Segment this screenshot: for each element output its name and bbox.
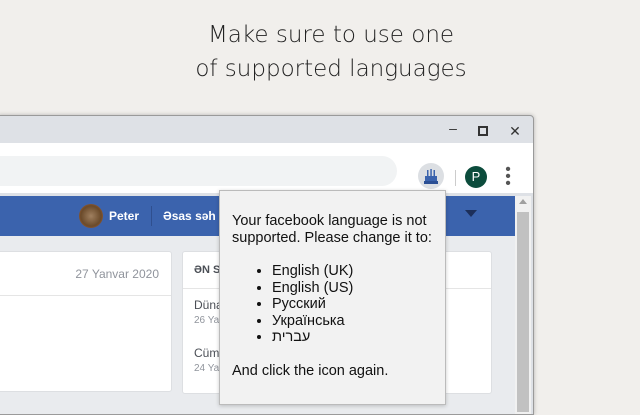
close-button[interactable]: ✕ <box>505 123 525 140</box>
extension-cake-icon[interactable] <box>418 163 444 189</box>
profile-avatar[interactable]: P <box>465 166 487 188</box>
language-item: Українська <box>272 313 433 330</box>
menu-kebab-icon[interactable]: • • • <box>502 162 514 192</box>
popup-intro: Your facebook language is not supported.… <box>232 213 432 246</box>
user-name-link[interactable]: Peter <box>109 209 139 223</box>
headline-line-2: of supported languages <box>195 56 467 82</box>
language-item: עברית <box>272 329 433 346</box>
scroll-up-icon[interactable] <box>519 199 527 204</box>
maximize-button[interactable] <box>473 123 493 139</box>
language-item: English (US) <box>272 280 433 297</box>
address-bar[interactable] <box>0 156 397 186</box>
headline-line-1: Make sure to use one <box>207 22 455 48</box>
scrollbar-thumb[interactable] <box>517 212 529 412</box>
language-item: English (UK) <box>272 263 433 280</box>
user-avatar[interactable] <box>79 204 103 228</box>
post-card: 27 Yanvar 2020 <box>0 251 172 392</box>
home-link[interactable]: Əsas səh <box>163 209 216 223</box>
account-dropdown-icon[interactable] <box>465 210 477 217</box>
toolbar-divider <box>455 170 456 186</box>
language-item: Русский <box>272 296 433 313</box>
minimize-button[interactable]: – <box>443 120 463 136</box>
title-bar: – ✕ <box>0 116 533 143</box>
post-date: 27 Yanvar 2020 <box>75 267 159 281</box>
toolbar <box>0 143 533 193</box>
scrollbar[interactable] <box>515 196 531 414</box>
header-divider <box>151 206 152 226</box>
popup-outro: And click the icon again. <box>232 362 389 379</box>
language-list: English (UK) English (US) Русский Україн… <box>272 263 433 346</box>
headline: Make sure to use one of supported langua… <box>0 18 640 86</box>
extension-popup: Your facebook language is not supported.… <box>219 190 446 405</box>
